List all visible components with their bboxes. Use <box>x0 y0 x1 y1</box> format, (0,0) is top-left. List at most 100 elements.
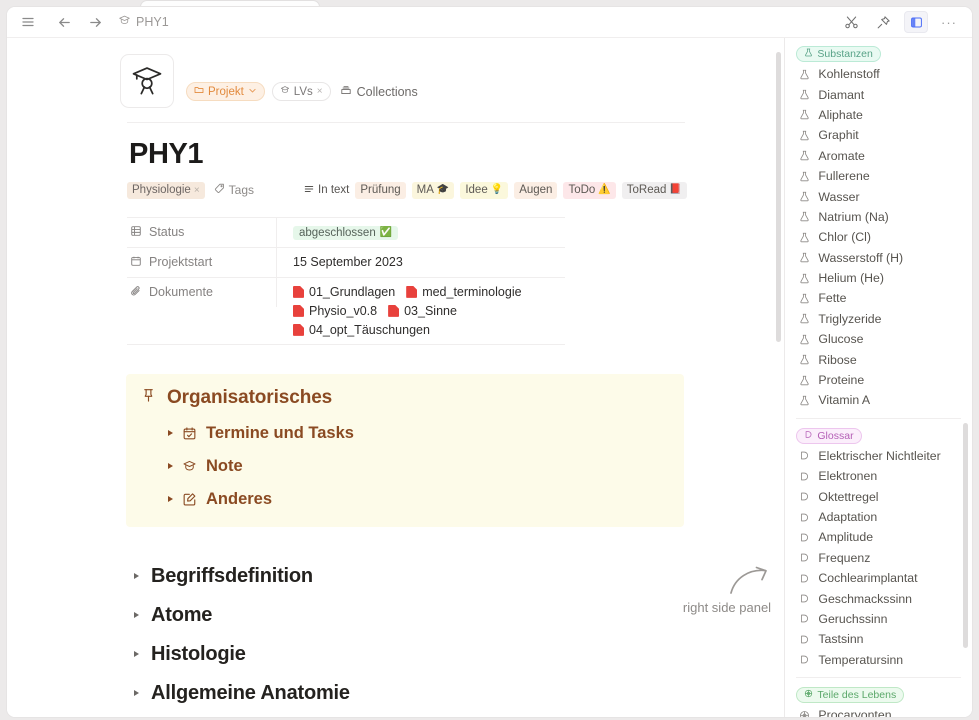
pdf-icon <box>293 324 304 336</box>
glossary-icon <box>799 512 810 523</box>
toolbar-actions: ··· <box>840 11 960 33</box>
panel-item[interactable]: Aliphate <box>785 105 972 125</box>
panel-item[interactable]: Elektronen <box>785 466 972 486</box>
callout-item-termine[interactable]: Termine und Tasks <box>168 424 684 443</box>
arrow-left-icon[interactable] <box>53 11 75 33</box>
scissors-icon[interactable] <box>840 11 862 33</box>
panel-item[interactable]: Geschmackssinn <box>785 588 972 608</box>
add-tags-button[interactable]: Tags <box>214 183 254 197</box>
page-title[interactable]: PHY1 <box>7 123 784 171</box>
check-emoji: ✅ <box>379 226 393 238</box>
document-link[interactable]: 01_Grundlagen <box>293 285 395 299</box>
right-panel-scrollbar[interactable] <box>963 423 968 648</box>
panel-item[interactable]: Wasser <box>785 186 972 206</box>
tag-pruefung[interactable]: Prüfung <box>355 181 406 199</box>
panel-item[interactable]: Diamant <box>785 84 972 104</box>
flask-icon <box>799 89 810 100</box>
triangle-right-icon[interactable] <box>168 463 173 470</box>
triangle-right-icon[interactable] <box>134 573 139 580</box>
tag-ma[interactable]: MA 🎓 <box>411 181 455 199</box>
document-link[interactable]: 03_Sinne <box>388 304 457 318</box>
tag-toread[interactable]: ToRead 📕 <box>621 181 687 199</box>
document-link[interactable]: 04_opt_Täuschungen <box>293 323 430 337</box>
tag-idee[interactable]: Idee 💡 <box>460 181 509 199</box>
chevron-down-icon[interactable] <box>248 86 257 98</box>
panel-item[interactable]: Helium (He) <box>785 268 972 288</box>
right-side-panel: Substanzen Kohlenstoff Diamant Aliphate … <box>784 38 972 717</box>
chip-lvs[interactable]: LVs × <box>271 82 331 101</box>
close-icon[interactable]: × <box>194 185 200 196</box>
edit-square-icon <box>182 492 197 507</box>
callout-title: Organisatorisches <box>140 387 684 410</box>
property-value-projektstart[interactable]: 15 September 2023 <box>277 248 565 276</box>
tag-physiologie[interactable]: Physiologie × <box>127 181 205 199</box>
tag-toread-label: ToRead <box>626 184 667 197</box>
property-key-projektstart[interactable]: Projektstart <box>127 247 277 277</box>
triangle-right-icon[interactable] <box>168 430 173 437</box>
panel-item[interactable]: Frequenz <box>785 548 972 568</box>
panel-item[interactable]: Oktettregel <box>785 486 972 506</box>
panel-item[interactable]: Natrium (Na) <box>785 207 972 227</box>
triangle-right-icon[interactable] <box>134 612 139 619</box>
document-link-label: Physio_v0.8 <box>309 303 378 318</box>
document-icon[interactable] <box>120 54 174 108</box>
heading-atome[interactable]: Atome <box>7 596 784 635</box>
section-badge-glossar[interactable]: Glossar <box>796 427 862 444</box>
lightbulb-emoji: 💡 <box>490 184 504 196</box>
panel-item[interactable]: Aromate <box>785 146 972 166</box>
section-badge-substanzen[interactable]: Substanzen <box>796 46 881 62</box>
panel-item[interactable]: Cochlearimplantat <box>785 568 972 588</box>
panel-item[interactable]: Vitamin A <box>785 390 972 410</box>
panel-item[interactable]: Fullerene <box>785 166 972 186</box>
glossary-icon <box>799 634 810 645</box>
tag-todo[interactable]: ToDo ⚠️ <box>563 181 616 199</box>
pin-icon[interactable] <box>872 11 894 33</box>
callout-item-label: Anderes <box>206 489 273 508</box>
side-panel-toggle-icon[interactable] <box>904 11 928 33</box>
panel-item[interactable]: Amplitude <box>785 527 972 547</box>
triangle-right-icon[interactable] <box>134 651 139 658</box>
callout-title-label: Organisatorisches <box>167 387 333 409</box>
glossary-icon <box>799 532 810 543</box>
flask-icon <box>799 354 810 365</box>
triangle-right-icon[interactable] <box>134 690 139 697</box>
more-options-icon[interactable]: ··· <box>938 11 960 33</box>
heading-label: Allgemeine Anatomie <box>151 681 350 704</box>
heading-histologie[interactable]: Histologie <box>7 635 784 674</box>
triangle-right-icon[interactable] <box>168 496 173 503</box>
heading-begriffsdefinition[interactable]: Begriffsdefinition <box>7 557 784 596</box>
list-menu-icon[interactable] <box>17 11 39 33</box>
chip-projekt[interactable]: Projekt <box>186 82 265 101</box>
callout-item-anderes[interactable]: Anderes <box>168 490 684 509</box>
tag-augen[interactable]: Augen <box>514 181 558 199</box>
main-scrollbar[interactable] <box>776 52 782 342</box>
panel-item[interactable]: Tastsinn <box>785 629 972 649</box>
panel-item[interactable]: Glucose <box>785 329 972 349</box>
arrow-right-icon[interactable] <box>84 11 106 33</box>
document-link[interactable]: Physio_v0.8 <box>293 304 377 318</box>
panel-item[interactable]: Ribose <box>785 349 972 369</box>
panel-item[interactable]: Geruchssinn <box>785 609 972 629</box>
property-value-status[interactable]: abgeschlossen ✅ <box>277 218 565 247</box>
property-key-status[interactable]: Status <box>127 217 277 247</box>
panel-item[interactable]: Fette <box>785 288 972 308</box>
panel-item[interactable]: Chlor (Cl) <box>785 227 972 247</box>
panel-item[interactable]: Kohlenstoff <box>785 64 972 84</box>
heading-spezielle-anatomie[interactable]: Spezielle Anatomie <box>7 713 784 717</box>
panel-item[interactable]: Elektrischer Nichtleiter <box>785 446 972 466</box>
panel-item[interactable]: Procaryonten <box>785 705 972 717</box>
panel-item[interactable]: Adaptation <box>785 507 972 527</box>
panel-item[interactable]: Wasserstoff (H) <box>785 248 972 268</box>
panel-item[interactable]: Triglyzeride <box>785 309 972 329</box>
panel-item[interactable]: Temperatursinn <box>785 650 972 670</box>
property-key-dokumente[interactable]: Dokumente <box>127 277 277 307</box>
panel-item[interactable]: Graphit <box>785 125 972 145</box>
document-link[interactable]: med_terminologie <box>406 285 521 299</box>
close-icon[interactable]: × <box>317 86 323 97</box>
callout-item-note[interactable]: Note <box>168 457 684 476</box>
heading-allgemeine-anatomie[interactable]: Allgemeine Anatomie <box>7 674 784 713</box>
panel-item[interactable]: Proteine <box>785 370 972 390</box>
section-badge-teile-des-lebens[interactable]: Teile des Lebens <box>796 686 905 703</box>
chip-collections[interactable]: Collections <box>338 82 425 101</box>
breadcrumb[interactable]: PHY1 <box>118 14 169 30</box>
